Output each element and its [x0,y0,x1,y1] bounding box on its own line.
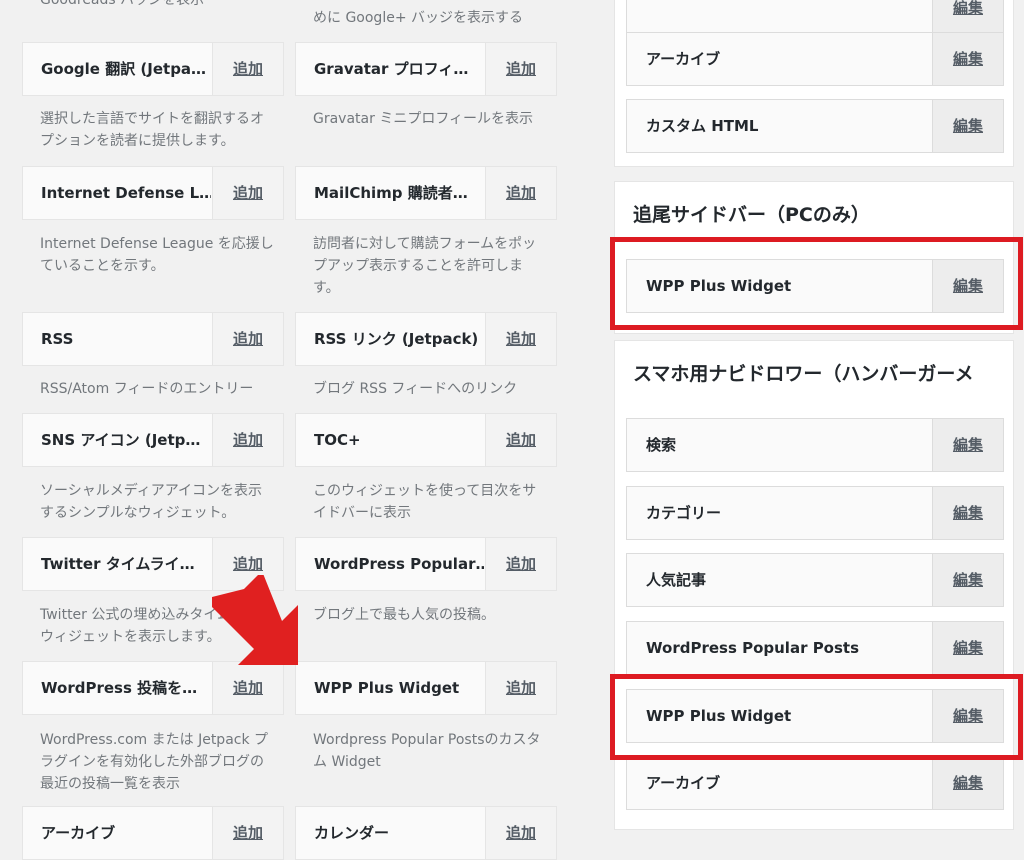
widget-wpp-plus[interactable]: WPP Plus Widget 追加 [295,661,557,715]
sidebar-widget-item[interactable]: カスタム HTML 編集 [626,99,1004,153]
sidebar-panel-title[interactable]: 追尾サイドバー（PCのみ） [633,200,870,227]
widget-title: カレンダー [314,824,390,842]
sidebar-widget-title: 検索 [646,436,677,454]
sidebar-widget-title: アーカイブ [646,50,721,68]
sidebar-widget-title: カスタム HTML [646,117,759,135]
add-button[interactable]: 追加 [485,538,556,590]
edit-button[interactable]: 編集 [932,419,1003,471]
widget-title: Google 翻訳 (Jetpa… [41,60,207,78]
widget-title: TOC+ [314,431,361,449]
add-button[interactable]: 追加 [485,43,556,95]
widget-description: 選択した言語でサイトを翻訳するオプションを読者に提供します。 [40,111,264,149]
widget-gravatar-profile[interactable]: Gravatar プロフィ… 追加 [295,42,557,96]
add-button[interactable]: 追加 [485,414,556,466]
widget-description: RSS/Atom フィードのエントリー [40,381,254,397]
sidebar-widget-title: アーカイブ [646,774,721,792]
add-button[interactable]: 追加 [212,43,283,95]
widget-wordpress-posts[interactable]: WordPress 投稿を… 追加 [22,661,284,715]
widget-title: Internet Defense L… [41,184,211,202]
widget-description: Gravatar ミニプロフィールを表示 [313,111,534,127]
widget-rss-links[interactable]: RSS リンク (Jetpack) 追加 [295,312,557,366]
add-button[interactable]: 追加 [212,807,283,859]
add-button[interactable]: 追加 [212,313,283,365]
sidebar-widget-item[interactable]: 編集 [626,0,1004,35]
widget-mailchimp[interactable]: MailChimp 購読者… 追加 [295,166,557,220]
edit-button[interactable]: 編集 [932,487,1003,539]
widget-title: WordPress 投稿を… [41,679,198,697]
red-arrow-icon [212,575,298,665]
widget-archive[interactable]: アーカイブ 追加 [22,806,284,860]
widget-description: ブログ上で最も人気の投稿。 [313,607,495,623]
sidebar-widget-title: WordPress Popular Posts [646,639,860,657]
highlight-box [610,237,1023,330]
sidebar-widget-title: 人気記事 [646,571,707,589]
add-button[interactable]: 追加 [212,167,283,219]
edit-button[interactable]: 編集 [932,757,1003,809]
widget-wordpress-popular[interactable]: WordPress Popular… 追加 [295,537,557,591]
widget-toc-plus[interactable]: TOC+ 追加 [295,413,557,467]
edit-button[interactable]: 編集 [932,100,1003,152]
add-button[interactable]: 追加 [212,414,283,466]
sidebar-widget-item[interactable]: 検索 編集 [626,418,1004,472]
widget-calendar[interactable]: カレンダー 追加 [295,806,557,860]
edit-button[interactable]: 編集 [932,622,1003,674]
edit-button[interactable]: 編集 [932,33,1003,85]
sidebar-panel-title[interactable]: スマホ用ナビドロワー（ハンバーガーメ [633,359,974,386]
widget-title: WordPress Popular… [314,555,484,573]
available-widgets-area: Goodreads バッジを表示 めに Google+ バッジを表示する Goo… [0,0,590,860]
sidebar-widget-title: カテゴリー [646,504,722,522]
widget-title: アーカイブ [41,824,116,842]
widget-description: 訪問者に対して購読フォームをポップアップ表示することを許可します。 [313,236,537,296]
sidebar-widget-item[interactable]: WordPress Popular Posts 編集 [626,621,1004,675]
edit-button[interactable]: 編集 [932,554,1003,606]
widget-title: SNS アイコン (Jetp… [41,431,201,449]
widget-description: ソーシャルメディアアイコンを表示するシンプルなウィジェット。 [40,483,263,521]
widget-description: Wordpress Popular Postsのカスタム Widget [313,732,541,770]
widget-internet-defense-league[interactable]: Internet Defense L… 追加 [22,166,284,220]
sidebar-widget-item[interactable]: アーカイブ 編集 [626,32,1004,86]
widget-title: Gravatar プロフィ… [314,60,469,78]
add-button[interactable]: 追加 [212,662,283,714]
add-button[interactable]: 追加 [485,662,556,714]
widget-title: WPP Plus Widget [314,679,460,697]
sidebar-widget-item[interactable]: カテゴリー 編集 [626,486,1004,540]
widget-sns-icons[interactable]: SNS アイコン (Jetp… 追加 [22,413,284,467]
widget-title: RSS リンク (Jetpack) [314,330,479,348]
edit-button[interactable]: 編集 [932,0,1003,34]
sidebar-widget-item[interactable]: アーカイブ 編集 [626,756,1004,810]
widget-description: Internet Defense League を応援していることを示す。 [40,236,274,274]
add-button[interactable]: 追加 [485,313,556,365]
sidebar-panel-top: 編集 アーカイブ 編集 カスタム HTML 編集 [614,0,1014,167]
add-button[interactable]: 追加 [485,807,556,859]
widget-description: Goodreads バッジを表示 [40,0,205,8]
add-button[interactable]: 追加 [485,167,556,219]
widget-rss[interactable]: RSS 追加 [22,312,284,366]
highlight-box [610,674,1023,760]
widget-description: めに Google+ バッジを表示する [313,10,523,26]
widget-title: Twitter タイムライ… [41,555,195,573]
widget-google-translate[interactable]: Google 翻訳 (Jetpa… 追加 [22,42,284,96]
sidebar-widget-item[interactable]: 人気記事 編集 [626,553,1004,607]
widget-description: このウィジェットを使って目次をサイドバーに表示 [313,483,537,521]
widget-title: RSS [41,330,74,348]
widget-description: WordPress.com または Jetpack プラグインを有効化した外部ブ… [40,732,269,792]
widget-description: ブログ RSS フィードへのリンク [313,381,518,397]
widget-title: MailChimp 購読者… [314,184,468,202]
